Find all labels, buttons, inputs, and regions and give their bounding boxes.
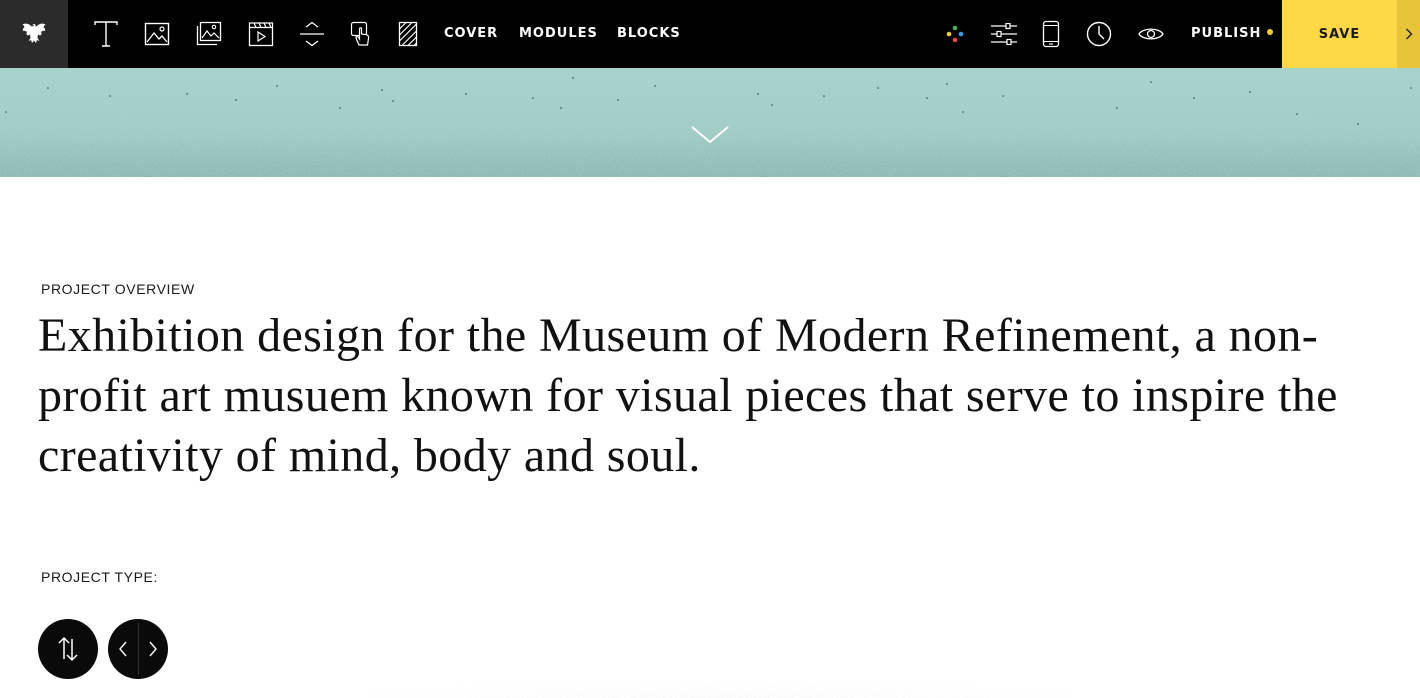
hand-pointer-icon (350, 21, 370, 46)
image-icon (144, 22, 170, 46)
video-tool-button[interactable] (244, 17, 278, 51)
project-headline[interactable]: Exhibition design for the Museum of Mode… (38, 306, 1398, 486)
cover-section[interactable] (0, 68, 1420, 177)
mobile-preview-tool-button[interactable] (1034, 17, 1068, 51)
reorder-button[interactable] (38, 619, 98, 679)
next-section-texture (370, 670, 1070, 698)
history-tool-button[interactable] (1082, 17, 1116, 51)
eagle-logo-icon[interactable] (0, 0, 68, 68)
image-tool-button[interactable] (140, 17, 174, 51)
nav-blocks[interactable]: BLOCKS (617, 0, 681, 68)
save-options-button[interactable] (1397, 0, 1420, 68)
chevron-down-icon[interactable] (691, 125, 729, 145)
spacer-icon (300, 21, 324, 47)
project-overview-label: PROJECT OVERVIEW (41, 281, 195, 297)
publish-button[interactable]: PUBLISH (1191, 0, 1274, 68)
text-icon (94, 21, 118, 47)
next-button[interactable] (138, 619, 168, 679)
chevron-left-icon (119, 641, 127, 657)
settings-tool-button[interactable] (987, 17, 1021, 51)
save-button[interactable]: SAVE (1282, 0, 1397, 68)
spacer-tool-button[interactable] (295, 17, 329, 51)
mobile-icon (1042, 20, 1060, 48)
cover-texture (0, 68, 1420, 177)
publish-label: PUBLISH (1191, 26, 1262, 41)
sliders-icon (991, 23, 1017, 45)
clock-icon (1086, 21, 1112, 47)
top-toolbar: COVER MODULES BLOCKS PUBLISH SAVE (0, 0, 1420, 68)
video-icon (248, 22, 274, 47)
interaction-tool-button[interactable] (345, 17, 379, 51)
save-label: SAVE (1318, 26, 1361, 42)
unpublished-indicator (1267, 28, 1274, 35)
previous-button[interactable] (108, 619, 138, 679)
gallery-tool-button[interactable] (192, 17, 226, 51)
project-type-label: PROJECT TYPE: (41, 569, 158, 585)
pattern-tool-button[interactable] (391, 17, 425, 51)
chevron-right-icon (149, 641, 157, 657)
gallery-icon (196, 21, 222, 46)
nav-modules[interactable]: MODULES (519, 0, 598, 68)
reorder-arrows-icon (58, 636, 78, 662)
color-dots-icon (946, 25, 964, 43)
chevron-right-icon (1405, 28, 1412, 40)
eye-icon (1138, 28, 1164, 40)
module-nav-control (108, 619, 168, 679)
colors-tool-button[interactable] (938, 17, 972, 51)
preview-tool-button[interactable] (1134, 17, 1168, 51)
nav-cover[interactable]: COVER (444, 0, 498, 68)
hatch-icon (398, 21, 418, 47)
text-tool-button[interactable] (89, 17, 123, 51)
